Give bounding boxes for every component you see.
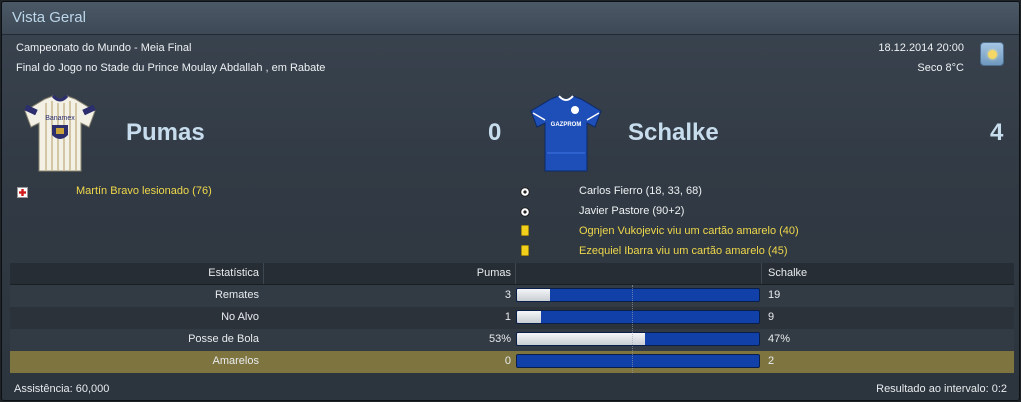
stat-home-value: 53%: [488, 333, 511, 345]
attendance-label: Assistência: 60,000: [14, 383, 110, 395]
yellow-card-icon: [521, 245, 529, 256]
away-score: 4: [990, 119, 1004, 146]
stats-table: Estatística Pumas Schalke Remates 3 19 N…: [10, 263, 1014, 373]
stat-bar: [516, 310, 760, 324]
match-datetime: 18.12.2014 20:00: [878, 42, 964, 54]
stat-bar: [516, 354, 760, 368]
home-shirt-icon: Banamex: [24, 94, 96, 172]
stats-header-row: Estatística Pumas Schalke: [10, 263, 1014, 285]
stat-row-yellow-cards: Amarelos 0 2: [10, 351, 1014, 373]
stat-label: Amarelos: [212, 355, 259, 367]
away-team-name: Schalke: [628, 119, 719, 146]
weather-label: Seco 8°C: [917, 62, 964, 74]
stat-home-value: 3: [504, 289, 511, 301]
stat-away-value: 2: [768, 355, 775, 367]
stat-row-possession: Posse de Bola 53% 47%: [10, 329, 1014, 351]
venue-label: Final do Jogo no Stade du Prince Moulay …: [16, 62, 326, 74]
home-team-name: Pumas: [126, 119, 205, 146]
bar-center-divider: [632, 285, 633, 373]
home-score: 0: [488, 119, 502, 146]
away-event-item: Carlos Fierro (18, 33, 68): [579, 185, 702, 197]
stat-row-on-target: No Alvo 1 9: [10, 307, 1014, 329]
stat-bar: [516, 288, 760, 302]
svg-text:Banamex: Banamex: [45, 115, 75, 122]
competition-label: Campeonato do Mundo - Meia Final: [16, 42, 192, 54]
match-overview-panel: Vista Geral Campeonato do Mundo - Meia F…: [1, 1, 1020, 401]
away-event-item: Ezequiel Ibarra viu um cartão amarelo (4…: [579, 245, 788, 257]
away-event-item: Javier Pastore (90+2): [579, 205, 685, 217]
stat-away-value: 9: [768, 311, 775, 323]
stat-bar: [516, 332, 760, 346]
home-event-item: Martín Bravo lesionado (76): [76, 185, 212, 197]
halftime-score-label: Resultado ao intervalo: 0:2: [876, 383, 1007, 395]
svg-text:GAZPROM: GAZPROM: [551, 122, 582, 128]
stats-header-away: Schalke: [768, 267, 808, 279]
injury-icon: [17, 187, 28, 198]
stat-away-value: 19: [768, 289, 781, 301]
goal-ball-icon: [520, 187, 530, 197]
stat-home-value: 1: [504, 311, 511, 323]
away-shirt-icon: GAZPROM: [530, 95, 602, 172]
goal-ball-icon: [520, 207, 530, 217]
stat-home-value: 0: [504, 355, 511, 367]
stat-label: Posse de Bola: [188, 333, 259, 345]
stats-header-home: Pumas: [476, 267, 511, 279]
stat-label: No Alvo: [221, 311, 259, 323]
stat-away-value: 47%: [768, 333, 791, 345]
title-bar: Vista Geral: [2, 2, 1019, 35]
sunny-icon: [980, 42, 1004, 66]
stats-header-label: Estatística: [208, 267, 259, 279]
panel-title: Vista Geral: [12, 9, 86, 26]
stat-row-shots: Remates 3 19: [10, 285, 1014, 307]
yellow-card-icon: [521, 225, 529, 236]
away-event-item: Ognjen Vukojevic viu um cartão amarelo (…: [579, 225, 799, 237]
stat-label: Remates: [214, 289, 259, 301]
